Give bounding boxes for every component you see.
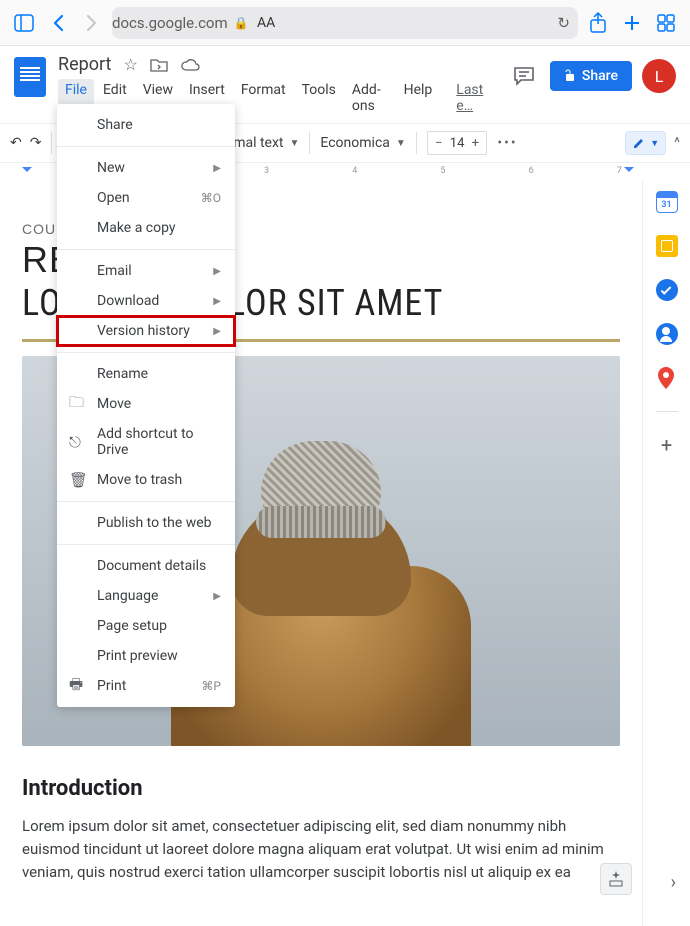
document-title[interactable]: Report: [58, 54, 111, 75]
add-addon-icon[interactable]: +: [656, 434, 678, 456]
menu-item-page-setup[interactable]: Page setup: [57, 611, 235, 641]
calendar-app-icon[interactable]: 31: [656, 191, 678, 213]
drive-shortcut-icon: ⎋: [69, 433, 81, 451]
menu-item-email[interactable]: Email▶: [57, 256, 235, 286]
font-family-label: Economica: [320, 135, 389, 151]
reload-icon[interactable]: ↻: [557, 14, 570, 32]
back-icon[interactable]: [44, 9, 72, 37]
keyboard-shortcut: ⌘P: [201, 679, 221, 693]
text-size-icon[interactable]: AA: [257, 15, 275, 31]
submenu-arrow-icon: ▶: [213, 591, 221, 602]
trash-icon: 🗑: [69, 471, 88, 489]
keyboard-shortcut: ⌘O: [201, 191, 221, 205]
menu-item-rename[interactable]: Rename: [57, 359, 235, 389]
menu-format[interactable]: Format: [234, 79, 293, 117]
menu-item-publish[interactable]: Publish to the web: [57, 508, 235, 538]
forward-icon: [78, 9, 106, 37]
print-icon: 🖶: [69, 674, 83, 699]
new-tab-icon[interactable]: [618, 9, 646, 37]
move-folder-icon[interactable]: [150, 57, 168, 72]
menu-item-download[interactable]: Download▶: [57, 286, 235, 316]
maps-app-icon[interactable]: [656, 367, 678, 389]
menu-item-share[interactable]: Share: [57, 110, 235, 140]
account-avatar[interactable]: L: [642, 59, 676, 93]
menu-item-print[interactable]: 🖶Print⌘P: [57, 671, 235, 701]
last-edit-link[interactable]: Last e…: [449, 79, 496, 117]
font-size-stepper[interactable]: − 14 +: [427, 131, 488, 155]
share-system-icon[interactable]: [584, 9, 612, 37]
menu-item-add-shortcut[interactable]: ⎋Add shortcut to Drive: [57, 419, 235, 465]
menu-item-open[interactable]: Open⌘O: [57, 183, 235, 213]
side-panel-collapse-icon[interactable]: ›: [671, 872, 676, 893]
paragraph-text: Lorem ipsum dolor sit amet, consectetuer…: [22, 815, 620, 885]
menu-help[interactable]: Help: [397, 79, 440, 117]
address-text: docs.google.com: [112, 14, 228, 32]
ruler-tick: 3: [264, 166, 269, 176]
comments-icon[interactable]: [508, 60, 540, 92]
side-panel: 31 +: [642, 181, 690, 926]
submenu-arrow-icon: ▶: [213, 266, 221, 277]
chevron-down-icon: ▼: [396, 138, 406, 149]
ruler-tick: 7: [617, 166, 622, 176]
collapse-toolbar-icon[interactable]: ^: [674, 135, 680, 151]
menu-addons[interactable]: Add-ons: [345, 79, 395, 117]
ruler-tick: 4: [352, 166, 357, 176]
contacts-app-icon[interactable]: [656, 323, 678, 345]
chevron-down-icon: ▼: [650, 138, 659, 149]
menu-item-trash[interactable]: 🗑Move to trash: [57, 465, 235, 495]
menu-item-language[interactable]: Language▶: [57, 581, 235, 611]
submenu-arrow-icon: ▶: [213, 163, 221, 174]
folder-icon: 🗀: [69, 392, 84, 417]
editing-mode-button[interactable]: ▼: [625, 131, 666, 155]
section-heading: Introduction: [22, 776, 620, 801]
menu-item-new[interactable]: New▶: [57, 153, 235, 183]
browser-toolbar: AA docs.google.com 🔒 ↻: [0, 0, 690, 46]
submenu-arrow-icon: ▶: [213, 296, 221, 307]
font-size-value[interactable]: 14: [450, 136, 465, 151]
menu-item-print-preview[interactable]: Print preview: [57, 641, 235, 671]
star-icon[interactable]: ☆: [123, 55, 137, 74]
undo-icon[interactable]: ↶: [10, 135, 22, 151]
menu-item-move[interactable]: 🗀Move: [57, 389, 235, 419]
explore-button[interactable]: [600, 863, 632, 895]
submenu-arrow-icon: ▶: [213, 326, 221, 337]
keep-app-icon[interactable]: [656, 235, 678, 257]
lock-icon: 🔒: [234, 16, 249, 30]
tasks-app-icon[interactable]: [656, 279, 678, 301]
redo-icon[interactable]: ↷: [30, 135, 42, 151]
ruler-indent-left-icon[interactable]: [22, 167, 32, 177]
ruler-indent-right-icon[interactable]: [624, 167, 634, 177]
file-menu-dropdown: Share New▶ Open⌘O Make a copy Email▶ Dow…: [57, 104, 235, 707]
font-family-select[interactable]: Economica ▼: [320, 135, 405, 151]
share-button-label: Share: [582, 68, 618, 84]
sidebar-toggle-icon[interactable]: [10, 9, 38, 37]
increase-size-button[interactable]: +: [464, 136, 486, 151]
chevron-down-icon: ▼: [290, 138, 300, 149]
share-button[interactable]: Share: [550, 61, 632, 91]
docs-logo-icon[interactable]: [14, 57, 46, 97]
menu-item-make-copy[interactable]: Make a copy: [57, 213, 235, 243]
menu-item-details[interactable]: Document details: [57, 551, 235, 581]
ruler-tick: 6: [529, 166, 534, 176]
cloud-status-icon[interactable]: [180, 58, 200, 72]
decrease-size-button[interactable]: −: [428, 136, 450, 151]
menu-tools[interactable]: Tools: [295, 79, 343, 117]
more-format-icon[interactable]: •••: [497, 135, 517, 151]
menu-item-version-history[interactable]: Version history▶: [57, 316, 235, 346]
tabs-overview-icon[interactable]: [652, 9, 680, 37]
ruler-tick: 5: [440, 166, 445, 176]
address-bar[interactable]: AA docs.google.com 🔒 ↻: [112, 7, 578, 39]
